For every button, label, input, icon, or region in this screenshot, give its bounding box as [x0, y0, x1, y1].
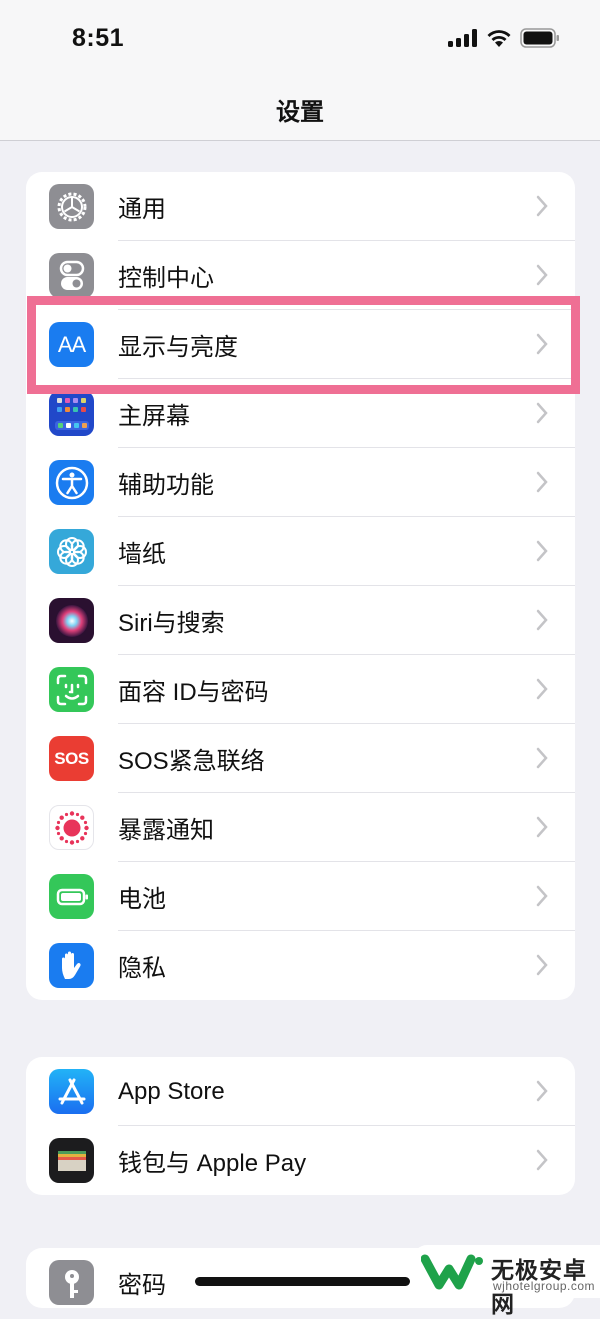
accessibility-person-icon — [49, 460, 94, 505]
chevron-right-icon — [536, 1080, 548, 1102]
row-label: 主屏幕 — [118, 403, 190, 430]
chevron-right-icon — [536, 540, 548, 562]
row-label: App Store — [118, 1077, 225, 1105]
flower-icon — [49, 529, 94, 574]
settings-row-accessibility[interactable]: 辅助功能 — [26, 448, 575, 517]
row-label: 通用 — [118, 196, 166, 223]
home-indicator[interactable] — [195, 1277, 410, 1286]
battery-icon — [49, 874, 94, 919]
status-bar: 8:51 — [0, 0, 600, 80]
row-label: 电池 — [118, 886, 166, 913]
row-label: SOS紧急联络 — [118, 748, 265, 775]
chevron-right-icon — [536, 954, 548, 976]
face-id-icon — [49, 667, 94, 712]
chevron-right-icon — [536, 471, 548, 493]
row-label: 密码 — [118, 1272, 166, 1299]
settings-row-display-brightness[interactable]: AA 显示与亮度 — [26, 310, 575, 379]
chevron-right-icon — [536, 747, 548, 769]
wallet-icon — [49, 1138, 94, 1183]
chevron-right-icon — [536, 816, 548, 838]
app-store-icon — [49, 1069, 94, 1114]
chevron-right-icon — [536, 885, 548, 907]
sos-icon: SOS — [49, 736, 94, 781]
settings-row-battery[interactable]: 电池 — [26, 862, 575, 931]
chevron-right-icon — [536, 333, 548, 355]
siri-orb-icon — [49, 598, 94, 643]
row-label: 隐私 — [118, 955, 166, 982]
row-label: 显示与亮度 — [118, 334, 238, 361]
chevron-right-icon — [536, 1149, 548, 1171]
battery-full-icon — [520, 28, 559, 48]
settings-row-control-center[interactable]: 控制中心 — [26, 241, 575, 310]
row-label: 暴露通知 — [118, 817, 214, 844]
settings-row-wallpaper[interactable]: 墙纸 — [26, 517, 575, 586]
status-time: 8:51 — [72, 24, 125, 52]
settings-row-general[interactable]: 通用 — [26, 172, 575, 241]
settings-row-exposure-notifications[interactable]: 暴露通知 — [26, 793, 575, 862]
chevron-right-icon — [536, 609, 548, 631]
row-label: 辅助功能 — [118, 472, 214, 499]
row-label: 墙纸 — [118, 541, 166, 568]
key-icon — [49, 1260, 94, 1305]
settings-row-app-store[interactable]: App Store — [26, 1057, 575, 1126]
navigation-bar: 设置 — [0, 80, 600, 141]
exposure-dots-icon — [49, 805, 94, 850]
settings-row-privacy[interactable]: 隐私 — [26, 931, 575, 1000]
row-label: 面容 ID与密码 — [118, 679, 269, 706]
cellular-signal-icon — [448, 29, 477, 47]
settings-row-home-screen[interactable]: 主屏幕 — [26, 379, 575, 448]
row-label: 钱包与 Apple Pay — [118, 1150, 307, 1177]
chevron-right-icon — [536, 195, 548, 217]
page-title: 设置 — [276, 99, 324, 126]
settings-group-main: 通用 控制中心 AA 显示与亮度 主屏幕 辅助功能 墙纸 Siri与搜索 面容 … — [26, 172, 575, 1000]
chevron-right-icon — [536, 402, 548, 424]
row-label: Siri与搜索 — [118, 610, 225, 637]
settings-row-siri-search[interactable]: Siri与搜索 — [26, 586, 575, 655]
watermark: 无极安卓网 wjhotelgroup.com — [413, 1245, 600, 1317]
watermark-logo-icon — [421, 1254, 483, 1290]
settings-group-store: App Store 钱包与 Apple Pay — [26, 1057, 575, 1195]
text-size-aa-icon: AA — [49, 322, 94, 367]
chevron-right-icon — [536, 264, 548, 286]
hand-raised-icon — [49, 943, 94, 988]
settings-row-wallet-apple-pay[interactable]: 钱包与 Apple Pay — [26, 1126, 575, 1195]
watermark-url: wjhotelgroup.com — [493, 1279, 596, 1293]
gear-icon — [49, 184, 94, 229]
row-label: 控制中心 — [118, 265, 214, 292]
chevron-right-icon — [536, 678, 548, 700]
toggle-switches-icon — [49, 253, 94, 298]
wifi-icon — [487, 30, 511, 47]
home-screen-grid-icon — [49, 391, 94, 436]
settings-row-face-id[interactable]: 面容 ID与密码 — [26, 655, 575, 724]
settings-row-emergency-sos[interactable]: SOS SOS紧急联络 — [26, 724, 575, 793]
